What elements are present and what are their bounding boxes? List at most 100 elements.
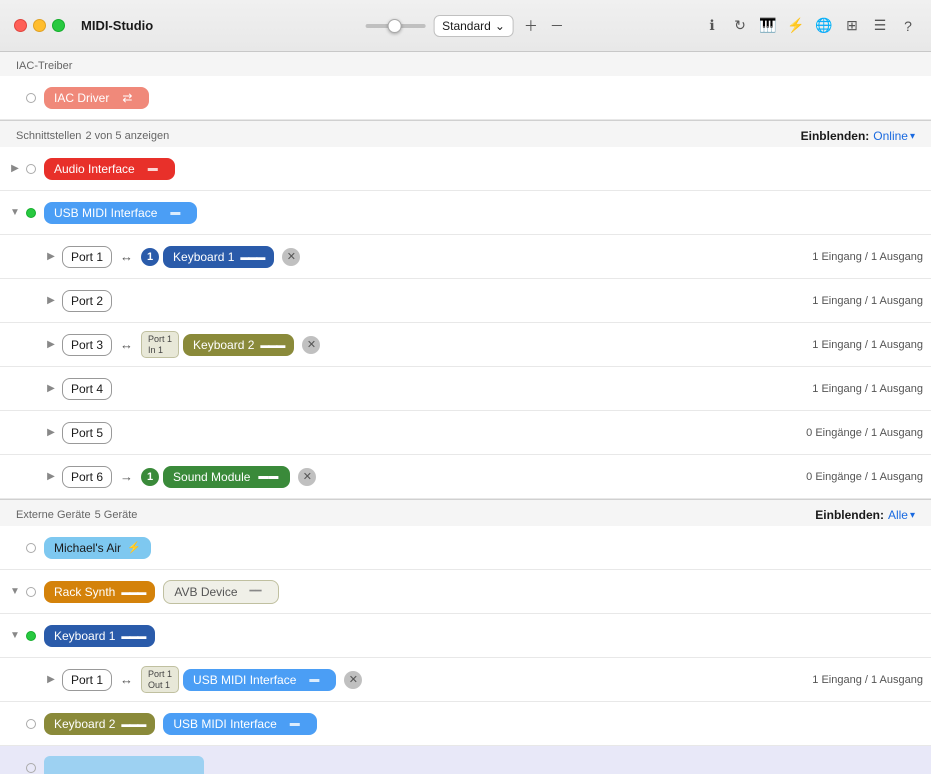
interfaces-show: Einblenden: Online ▾ (801, 129, 915, 143)
info-icon[interactable]: ℹ (703, 17, 721, 35)
remove-button[interactable]: － (548, 17, 566, 35)
interfaces-show-label: Einblenden: (801, 129, 870, 143)
port-3-chip[interactable]: Port 3 (62, 334, 112, 356)
port-2-label: Port 2 (71, 294, 103, 308)
interfaces-count: 2 von 5 anzeigen (85, 130, 169, 142)
chevron-icon: ⌄ (495, 19, 505, 33)
iac-driver-chip[interactable]: IAC Driver ⇄ (44, 87, 149, 109)
audio-interface-chevron[interactable]: ▶ (8, 162, 22, 176)
port-4-chip[interactable]: Port 4 (62, 378, 112, 400)
usb-connector-icon: ▬ (141, 162, 165, 176)
port-6-label: Port 6 (71, 470, 103, 484)
port-3-remove-button[interactable]: ✕ (302, 336, 320, 354)
iac-title: IAC-Treiber (16, 60, 72, 72)
port-1-row: ▶ Port 1 ↔ 1 Keyboard 1 ▬▬▬ ✕ 1 Eingang … (0, 235, 931, 279)
port-5-row: ▶ Port 5 0 Eingänge / 1 Ausgang (0, 411, 931, 455)
zoom-slider[interactable] (365, 24, 425, 28)
toolbar-right: ℹ ↻ 🎹 ⚡ 🌐 ⊞ ☰ ? (703, 17, 917, 35)
keyboard-1-icon: ▬▬▬ (240, 250, 264, 264)
list-icon[interactable]: ☰ (871, 17, 889, 35)
port-3-info: 1 Eingang / 1 Ausgang (743, 339, 923, 351)
keyboard-1-label: Keyboard 1 (173, 250, 234, 264)
ext-k1-port-1-chevron[interactable]: ▶ (44, 673, 58, 687)
ext-k1-port-1-remove-button[interactable]: ✕ (344, 671, 362, 689)
close-button[interactable] (14, 19, 27, 32)
ext-k1-port-1-chip[interactable]: Port 1 (62, 669, 112, 691)
port-2-chevron[interactable]: ▶ (44, 294, 58, 308)
interfaces-section-header: Schnittstellen 2 von 5 anzeigen Einblend… (0, 121, 931, 147)
port-1-badge: 1 (141, 248, 159, 266)
toolbar-center: Standard ⌄ ＋ － (365, 15, 566, 37)
bluetooth-icon[interactable]: ⚡ (787, 17, 805, 35)
port-6-chevron[interactable]: ▶ (44, 470, 58, 484)
port-1-remove-button[interactable]: ✕ (282, 248, 300, 266)
sound-module-label: Sound Module (173, 470, 250, 484)
avb-device-chip[interactable]: AVB Device ━━ (163, 580, 278, 604)
external-label: Externe Geräte (16, 509, 91, 521)
port-6-arrow: → (120, 469, 133, 484)
grid-icon[interactable]: ⊞ (843, 17, 861, 35)
help-icon[interactable]: ? (899, 17, 917, 35)
ext-keyboard-2-label: Keyboard 2 (54, 717, 115, 731)
piano-icon[interactable]: 🎹 (759, 17, 777, 35)
avb-device-label: AVB Device (174, 585, 237, 599)
ext-k1-usb-midi-chip[interactable]: USB MIDI Interface ▬ (183, 669, 336, 691)
ext-k2-usb-icon: ▬ (283, 717, 307, 731)
external-show-label: Einblenden: (815, 508, 884, 522)
interfaces-show-dropdown[interactable]: Online ▾ (873, 129, 915, 143)
external-section-header: Externe Geräte 5 Geräte Einblenden: Alle… (0, 500, 931, 526)
view-mode-dropdown[interactable]: Standard ⌄ (433, 15, 514, 37)
port-5-chip[interactable]: Port 5 (62, 422, 112, 444)
port-1-label: Port 1 (71, 250, 103, 264)
ext-k2-usb-label: USB MIDI Interface (173, 717, 276, 731)
ext-k1-usb-midi-label: USB MIDI Interface (193, 673, 296, 687)
ext-k1-usb-icon: ▬ (302, 673, 326, 687)
usb-midi-row: ▼ USB MIDI Interface ▬ (0, 191, 931, 235)
michaels-air-label: Michael's Air (54, 541, 121, 555)
usb-midi-chip[interactable]: USB MIDI Interface ▬ (44, 202, 197, 224)
port-1-chevron[interactable]: ▶ (44, 250, 58, 264)
ext-k1-port-1-arrow: ↔ (120, 672, 133, 687)
port-6-remove-button[interactable]: ✕ (298, 468, 316, 486)
port-6-badge: 1 (141, 468, 159, 486)
audio-interface-chip[interactable]: Audio Interface ▬ (44, 158, 175, 180)
minimize-button[interactable] (33, 19, 46, 32)
maximize-button[interactable] (52, 19, 65, 32)
michaels-air-chip[interactable]: Michael's Air ⚡ (44, 537, 151, 559)
iac-section-header: IAC-Treiber (0, 52, 931, 76)
bluetooth-device-icon: ⚡ (127, 541, 141, 554)
port-5-chevron[interactable]: ▶ (44, 426, 58, 440)
port-3-arrow: ↔ (120, 337, 133, 352)
add-button[interactable]: ＋ (522, 17, 540, 35)
external-show-dropdown[interactable]: Alle ▾ (888, 508, 915, 522)
globe-icon[interactable]: 🌐 (815, 17, 833, 35)
port-6-info: 0 Eingänge / 1 Ausgang (743, 471, 923, 483)
main-content: IAC-Treiber IAC Driver ⇄ Schnittstellen … (0, 52, 931, 774)
rack-synth-chevron[interactable]: ▼ (8, 585, 22, 599)
port-3-chevron[interactable]: ▶ (44, 338, 58, 352)
ext-keyboard-1-chip[interactable]: Keyboard 1 ▬▬▬ (44, 625, 155, 647)
port-6-chip[interactable]: Port 6 (62, 466, 112, 488)
ext-keyboard-2-icon: ▬▬▬ (121, 717, 145, 731)
avb-icon: ━━ (244, 585, 268, 599)
ext-keyboard-1-chevron[interactable]: ▼ (8, 629, 22, 643)
chevron-down-icon: ▾ (910, 131, 915, 142)
port-2-chip[interactable]: Port 2 (62, 290, 112, 312)
external-show-value: Alle (888, 508, 908, 522)
port-4-info: 1 Eingang / 1 Ausgang (743, 383, 923, 395)
port-2-info: 1 Eingang / 1 Ausgang (743, 295, 923, 307)
rack-synth-chip[interactable]: Rack Synth ▬▬▬ (44, 581, 155, 603)
usb-midi-chevron[interactable]: ▼ (8, 206, 22, 220)
rack-synth-row: ▼ Rack Synth ▬▬▬ AVB Device ━━ (0, 570, 931, 614)
bottom-partial-row (0, 746, 931, 774)
port-1-chip[interactable]: Port 1 (62, 246, 112, 268)
ext-keyboard-2-chip[interactable]: Keyboard 2 ▬▬▬ (44, 713, 155, 735)
keyboard-2-chip[interactable]: Keyboard 2 ▬▬▬ (183, 334, 294, 356)
sound-module-chip[interactable]: Sound Module ▬▬ (163, 466, 290, 488)
sync-icon[interactable]: ↻ (731, 17, 749, 35)
ext-k2-usb-chip[interactable]: USB MIDI Interface ▬ (163, 713, 316, 735)
keyboard-1-chip[interactable]: Keyboard 1 ▬▬▬ (163, 246, 274, 268)
port-4-chevron[interactable]: ▶ (44, 382, 58, 396)
ext-keyboard-1-icon: ▬▬▬ (121, 629, 145, 643)
audio-interface-row: ▶ Audio Interface ▬ (0, 147, 931, 191)
